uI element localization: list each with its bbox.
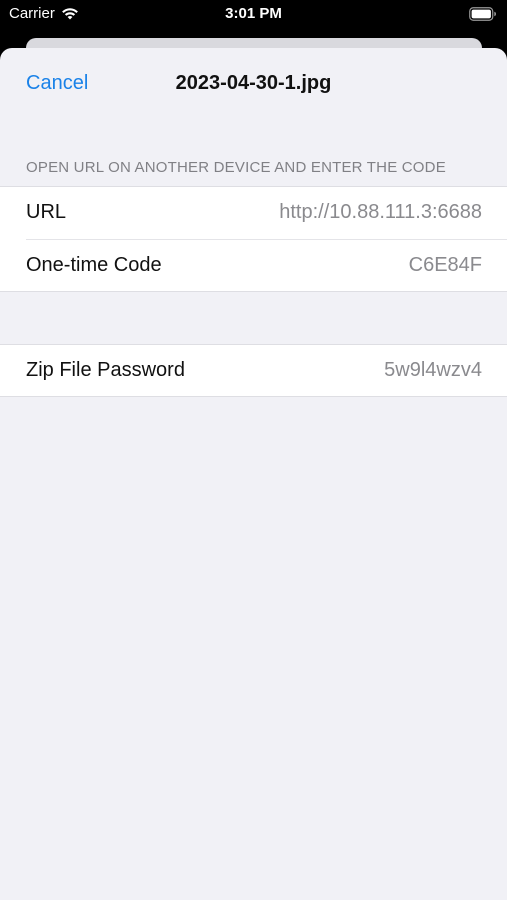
zip-password-label: Zip File Password: [26, 359, 185, 381]
navigation-bar: Cancel 2023-04-30-1.jpg: [0, 48, 507, 120]
connection-info-group: URL http://10.88.111.3:6688 One-time Cod…: [0, 186, 507, 292]
zip-password-row[interactable]: Zip File Password 5w9l4wzv4: [0, 344, 507, 397]
battery-icon: [469, 7, 497, 21]
status-bar: Carrier 3:01 PM: [0, 0, 507, 30]
url-label: URL: [26, 201, 67, 223]
divider: [0, 396, 507, 397]
page-title: 2023-04-30-1.jpg: [175, 72, 332, 94]
url-row[interactable]: URL http://10.88.111.3:6688: [0, 186, 507, 239]
divider: [0, 291, 507, 292]
status-time: 3:01 PM: [225, 5, 282, 22]
zip-password-value[interactable]: 5w9l4wzv4: [384, 359, 482, 382]
section-header: OPEN URL ON ANOTHER DEVICE AND ENTER THE…: [26, 159, 446, 176]
one-time-code-value[interactable]: C6E84F: [409, 254, 482, 277]
one-time-code-row[interactable]: One-time Code C6E84F: [0, 239, 507, 292]
url-value[interactable]: http://10.88.111.3:6688: [279, 201, 482, 224]
share-sheet: Cancel 2023-04-30-1.jpg OPEN URL ON ANOT…: [0, 48, 507, 900]
password-group: Zip File Password 5w9l4wzv4: [0, 344, 507, 397]
one-time-code-label: One-time Code: [26, 254, 162, 276]
